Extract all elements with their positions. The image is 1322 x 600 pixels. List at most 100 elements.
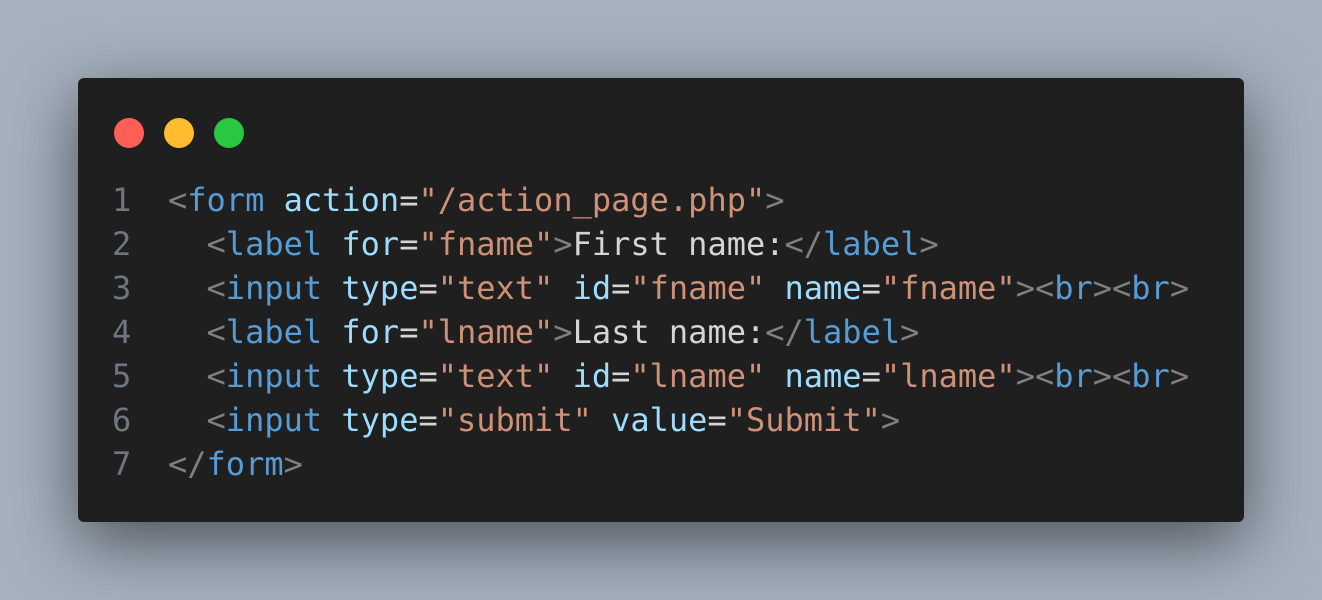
line-number: 3 (112, 269, 132, 307)
token-equals: = (861, 269, 881, 307)
token-equals: = (418, 401, 438, 439)
token-text: First name: (572, 225, 785, 263)
minimize-window-icon[interactable] (164, 118, 194, 148)
token-string: "lname" (418, 313, 554, 351)
token-string: "fname" (418, 225, 554, 263)
token-attribute: for (341, 225, 400, 263)
token-tag: form (206, 445, 284, 483)
close-window-icon[interactable] (114, 118, 144, 148)
token-bracket: </ (784, 225, 824, 263)
line-content: <label for="lname">Last name:</label> (168, 310, 920, 354)
token-string: "lname" (630, 357, 766, 395)
token-tag: br (1131, 357, 1170, 395)
token-equals: = (418, 357, 438, 395)
token-attribute: for (341, 313, 400, 351)
line-content: </form> (168, 442, 303, 486)
token-string: "lname" (880, 357, 1016, 395)
token-equals: = (707, 401, 727, 439)
token-bracket: > (283, 445, 303, 483)
line-content: <input type="submit" value="Submit"> (168, 398, 901, 442)
token-attribute: type (341, 269, 419, 307)
token-bracket: >< (1015, 269, 1055, 307)
token-bracket: >< (1015, 357, 1055, 395)
token-attribute: type (341, 401, 419, 439)
token-equals: = (611, 357, 631, 395)
token-bracket: >< (1092, 269, 1132, 307)
token-equals: = (611, 269, 631, 307)
token-tag: br (1054, 357, 1093, 395)
token-tag: input (225, 401, 323, 439)
token-bracket: > (919, 225, 939, 263)
token-bracket: < (206, 225, 226, 263)
token-attribute: action (283, 181, 400, 219)
token-equals: = (399, 225, 419, 263)
token-tag: br (1054, 269, 1093, 307)
line-number: 4 (112, 313, 132, 351)
token-tag: label (225, 225, 323, 263)
token-bracket: > (880, 401, 901, 439)
token-attribute: type (341, 357, 419, 395)
token-attribute: name (784, 357, 862, 395)
token-equals: = (399, 181, 419, 219)
token-string: "text" (437, 357, 554, 395)
token-bracket: > (900, 313, 920, 351)
token-tag: form (187, 181, 265, 219)
token-bracket: > (765, 181, 785, 219)
line-number: 6 (112, 401, 132, 439)
line-number: 2 (112, 225, 132, 263)
token-string: "fname" (880, 269, 1016, 307)
token-bracket: < (206, 269, 226, 307)
line-content: <form action="/action_page.php"> (168, 178, 785, 222)
line-number: 7 (112, 445, 132, 483)
token-bracket: > (1169, 269, 1190, 307)
token-tag: label (823, 225, 920, 263)
token-equals: = (418, 269, 438, 307)
token-bracket: < (206, 401, 226, 439)
token-equals: = (861, 357, 881, 395)
maximize-window-icon[interactable] (214, 118, 244, 148)
token-bracket: > (553, 313, 573, 351)
token-string: "/action_page.php" (418, 181, 766, 219)
line-content: <input type="text" id="fname" name="fnam… (168, 266, 1190, 310)
token-string: "Submit" (726, 401, 881, 439)
token-bracket: < (168, 181, 188, 219)
token-bracket: > (1169, 357, 1190, 395)
token-tag: label (803, 313, 901, 351)
line-number: 5 (112, 357, 132, 395)
token-tag: input (225, 357, 323, 395)
token-attribute: name (784, 269, 862, 307)
code-window: 1 <form action="/action_page.php"> 2 <labe… (78, 78, 1244, 522)
token-attribute: id (572, 269, 612, 307)
line-content: <label for="fname">First name:</label> (168, 222, 939, 266)
token-text: Last name: (572, 313, 766, 351)
token-bracket: < (206, 357, 226, 395)
token-string: "submit" (437, 401, 592, 439)
token-attribute: id (572, 357, 612, 395)
token-bracket: >< (1092, 357, 1132, 395)
token-bracket: > (553, 225, 573, 263)
line-number: 1 (112, 181, 132, 219)
token-bracket: </ (765, 313, 804, 351)
token-tag: br (1131, 269, 1170, 307)
token-string: "fname" (630, 269, 766, 307)
token-bracket: </ (168, 445, 207, 483)
token-string: "text" (437, 269, 554, 307)
line-content: <input type="text" id="lname" name="lnam… (168, 354, 1190, 398)
token-attribute: value (611, 401, 708, 439)
token-equals: = (399, 313, 419, 351)
